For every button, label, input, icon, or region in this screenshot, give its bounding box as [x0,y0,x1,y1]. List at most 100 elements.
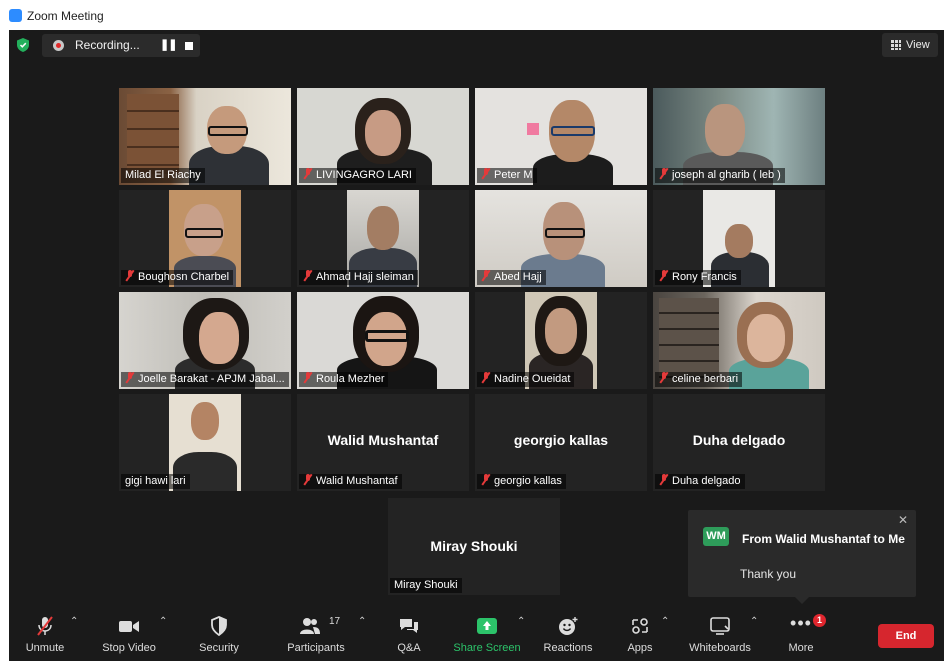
qa-button[interactable]: Q&A [385,604,433,661]
participant-name-tag: Ahmad Hajj sleiman [299,270,418,285]
chat-notification-pointer [795,597,809,604]
muted-mic-icon [659,168,668,179]
participant-name-tag: Roula Mezher [299,372,389,387]
muted-mic-icon [659,474,668,485]
participant-tile[interactable]: Milad El Riachy [119,88,291,185]
chat-notification[interactable]: WM From Walid Mushantaf to Me Thank you … [688,510,916,597]
recording-bar: Recording... ❚❚ [42,34,200,57]
security-button[interactable]: Security [193,604,245,661]
participant-name-tag: celine berbari [655,372,743,387]
security-shield-icon[interactable] [17,38,29,52]
participants-button[interactable]: 17 Participants [281,604,351,661]
participant-tile[interactable]: Walid Mushantaf Walid Mushantaf [297,394,469,491]
chevron-up-icon[interactable]: ⌃ [70,616,78,627]
participant-name: Nadine Oueidat [494,373,571,385]
participant-figure [185,228,223,238]
muted-microphone-icon [37,616,53,636]
participant-name: celine berbari [672,373,739,385]
participants-label: Participants [287,642,345,654]
participant-figure [199,312,239,364]
muted-mic-icon [659,270,668,281]
participant-name-tag: Rony Francis [655,270,741,285]
participant-figure [191,402,219,440]
video-camera-icon [119,621,139,632]
participant-figure [365,330,409,342]
participant-display-name: georgio kallas [513,432,609,448]
reactions-button[interactable]: Reactions [541,604,595,661]
participant-figure [367,206,399,250]
participant-figure [705,104,745,156]
participant-tile[interactable]: Miray Shouki Miray Shouki [388,498,560,595]
participant-tile[interactable]: Nadine Oueidat [475,292,647,389]
participants-icon [300,618,321,634]
participant-figure [725,224,753,258]
participant-display-name: Duha delgado [692,432,786,448]
participant-tile[interactable]: Ahmad Hajj sleiman [297,190,469,287]
participants-count: 17 [329,616,341,627]
view-label: View [906,39,930,51]
participant-display-name: Walid Mushantaf [327,432,439,448]
participant-name: Joelle Barakat - APJM Jabal... [138,373,285,385]
participant-tile[interactable]: joseph al gharib ( leb ) [653,88,825,185]
participant-name-tag: Peter M [477,168,537,183]
participant-figure [747,314,785,362]
muted-mic-icon [125,372,134,383]
whiteboards-button[interactable]: Whiteboards [687,604,753,661]
participant-name: Boughosn Charbel [138,271,230,283]
participant-figure [545,228,585,238]
participant-tile[interactable]: Boughosn Charbel [119,190,291,287]
participant-name: Ahmad Hajj sleiman [316,271,414,283]
participant-name-tag: Duha delgado [655,474,745,489]
chevron-up-icon[interactable]: ⌃ [661,616,669,627]
pause-icon[interactable]: ❚❚ [160,38,177,53]
muted-mic-icon [303,372,312,383]
participant-figure [365,110,401,156]
chevron-up-icon[interactable]: ⌃ [159,616,167,627]
more-label: More [788,642,814,654]
participant-tile[interactable]: gigi hawi lari [119,394,291,491]
end-meeting-button[interactable]: End [878,624,934,648]
participant-tile[interactable]: LIVINGAGRO LARI [297,88,469,185]
share-screen-button[interactable]: Share Screen [453,604,521,661]
meeting-area: Recording... ❚❚ View Milad El Riachy LIV… [9,30,944,661]
chevron-up-icon[interactable]: ⌃ [358,616,366,627]
close-icon[interactable]: ✕ [898,513,908,527]
participant-tile[interactable]: Abed Hajj [475,190,647,287]
participant-tile[interactable]: Rony Francis [653,190,825,287]
participant-name: Peter M [494,169,533,181]
chevron-up-icon[interactable]: ⌃ [750,616,758,627]
participant-name-tag: Abed Hajj [477,270,546,285]
participant-tile[interactable]: georgio kallas georgio kallas [475,394,647,491]
participant-name: LIVINGAGRO LARI [316,169,412,181]
participant-figure [551,126,595,136]
participant-tile[interactable]: Duha delgado Duha delgado [653,394,825,491]
stop-video-button[interactable]: Stop Video [97,604,161,661]
participant-tile[interactable]: Joelle Barakat - APJM Jabal... [119,292,291,389]
chevron-up-icon[interactable]: ⌃ [517,616,525,627]
view-button[interactable]: View [882,33,938,57]
participant-name-tag: Nadine Oueidat [477,372,575,387]
participant-tile[interactable]: Roula Mezher [297,292,469,389]
participant-tile[interactable]: Peter M [475,88,647,185]
more-button[interactable]: ••• More [781,604,821,661]
muted-mic-icon [303,168,312,179]
participant-display-name: Miray Shouki [430,538,518,554]
participant-name: georgio kallas [494,475,562,487]
participant-tile[interactable]: celine berbari [653,292,825,389]
participant-name: joseph al gharib ( leb ) [672,169,781,181]
participant-name-tag: Joelle Barakat - APJM Jabal... [121,372,289,387]
security-label: Security [199,642,239,654]
shield-icon [211,616,227,636]
stop-icon[interactable] [185,42,193,50]
participant-name: Rony Francis [672,271,737,283]
notification-badge: 1 [813,614,826,627]
smiley-icon [559,617,578,635]
muted-mic-icon [481,372,490,383]
qa-chat-icon [400,619,418,633]
participant-name: Miray Shouki [390,578,462,593]
unmute-button[interactable]: Unmute [19,604,71,661]
share-screen-label: Share Screen [453,642,521,654]
apps-button[interactable]: Apps [621,604,659,661]
participant-name: Duha delgado [672,475,741,487]
recording-dot-icon [53,40,64,51]
